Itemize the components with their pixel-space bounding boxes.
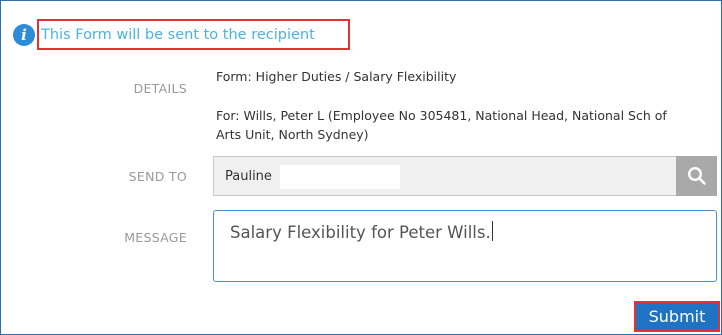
message-value[interactable]: Salary Flexibility for Peter Wills. <box>230 221 493 244</box>
message-textarea[interactable]: Salary Flexibility for Peter Wills. <box>213 210 717 282</box>
info-highlight-box <box>37 19 350 50</box>
details-label: DETAILS <box>133 81 187 96</box>
recipient-search-button[interactable] <box>676 156 717 196</box>
search-icon <box>687 166 706 185</box>
submit-button[interactable]: Submit <box>634 301 720 332</box>
employee-details-line-2: Arts Unit, North Sydney) <box>216 127 369 142</box>
form-type-text: Form: Higher Duties / Salary Flexibility <box>216 69 457 84</box>
text-caret <box>491 221 493 241</box>
send-form-panel: i This Form will be sent to the recipien… <box>0 0 722 335</box>
message-text: Salary Flexibility for Peter Wills. <box>230 223 491 242</box>
send-to-label: SEND TO <box>128 169 187 184</box>
info-icon: i <box>13 24 35 46</box>
send-to-value[interactable]: Pauline <box>225 168 272 186</box>
redacted-recipient-area <box>280 165 400 189</box>
send-to-field[interactable]: Pauline <box>213 156 717 196</box>
message-label: MESSAGE <box>124 230 187 245</box>
employee-details-line-1: For: Wills, Peter L (Employee No 305481,… <box>216 108 667 123</box>
